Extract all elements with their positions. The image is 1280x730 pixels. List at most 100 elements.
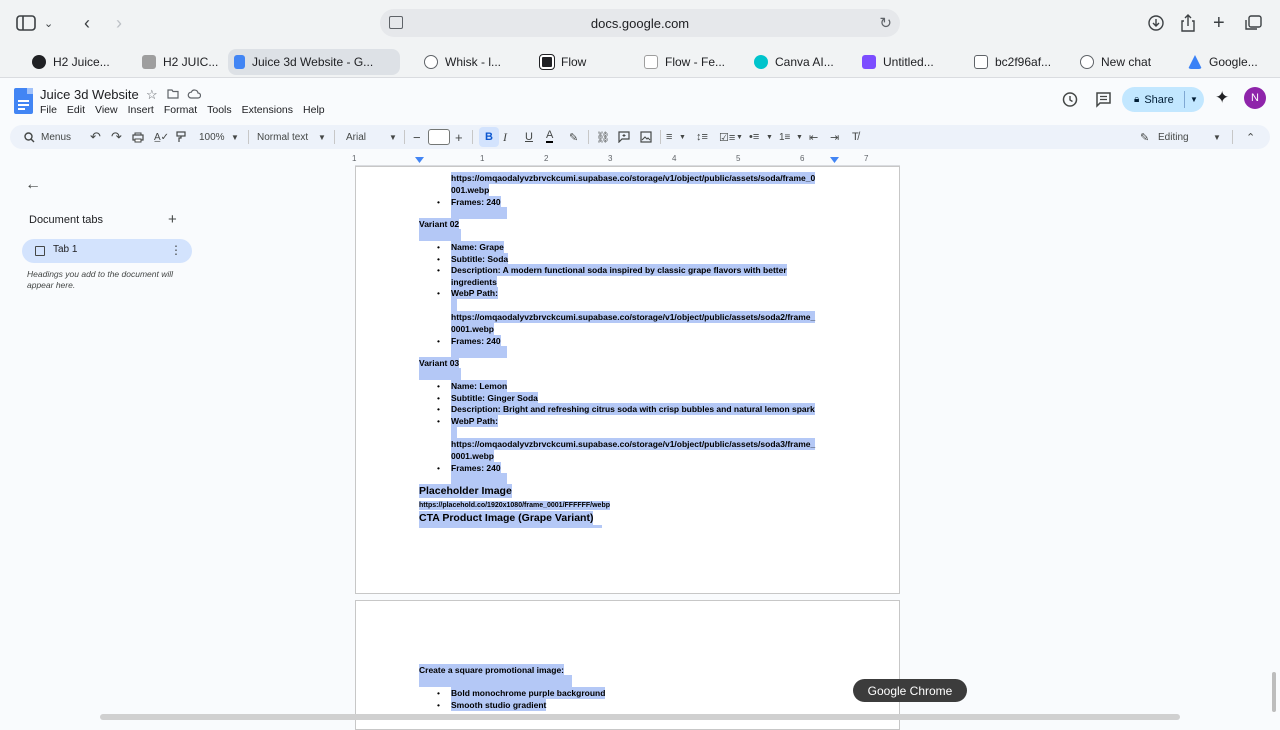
download-icon[interactable] bbox=[1148, 12, 1164, 34]
section-heading[interactable]: CTA Product Image (Grape Variant) bbox=[419, 511, 594, 525]
variant-heading[interactable]: Variant 03 bbox=[419, 357, 460, 369]
add-tab-button[interactable]: + bbox=[168, 211, 177, 228]
clear-formatting-icon[interactable]: T̸ bbox=[852, 129, 859, 145]
checklist-icon[interactable]: ☑≡ bbox=[719, 129, 735, 145]
left-indent-marker[interactable] bbox=[415, 157, 424, 163]
zoom-select[interactable]: 100% bbox=[199, 129, 225, 145]
browser-tab[interactable]: Flow - Fe... bbox=[638, 49, 738, 75]
decrease-indent-icon[interactable]: ⇤ bbox=[809, 129, 818, 145]
text-line[interactable]: ingredients bbox=[451, 276, 497, 288]
search-icon[interactable] bbox=[24, 129, 35, 145]
line-spacing-icon[interactable]: ↕≡ bbox=[696, 129, 708, 145]
list-item[interactable]: Smooth studio gradient bbox=[451, 699, 547, 711]
browser-tab[interactable]: Untitled... bbox=[856, 49, 956, 75]
chevron-down-icon[interactable]: ▼ bbox=[318, 129, 326, 145]
menu-file[interactable]: File bbox=[40, 104, 57, 116]
chevron-down-icon[interactable]: ▼ bbox=[389, 129, 397, 145]
browser-tab[interactable]: H2 JUIC... bbox=[136, 49, 226, 75]
chevron-down-icon[interactable]: ▼ bbox=[1213, 129, 1221, 145]
list-item[interactable]: WebP Path: bbox=[451, 287, 498, 299]
link-icon[interactable]: ⛓ bbox=[596, 129, 610, 145]
ruler[interactable]: 1 1 2 3 4 5 6 7 bbox=[352, 154, 900, 166]
list-item[interactable]: Frames: 240 bbox=[451, 196, 501, 208]
menu-view[interactable]: View bbox=[95, 104, 118, 116]
chevron-down-icon[interactable]: ▼ bbox=[679, 129, 686, 145]
font-size-input[interactable] bbox=[428, 129, 450, 145]
list-item[interactable]: Subtitle: Ginger Soda bbox=[451, 392, 538, 404]
list-item[interactable]: Bold monochrome purple background bbox=[451, 687, 606, 699]
share-page-icon[interactable] bbox=[1180, 12, 1196, 34]
browser-tab[interactable]: bc2f96af... bbox=[968, 49, 1068, 75]
bulleted-list-icon[interactable]: •≡ bbox=[749, 129, 759, 145]
undo-icon[interactable]: ↶ bbox=[90, 129, 101, 145]
browser-tab[interactable]: Whisk - l... bbox=[418, 49, 518, 75]
tab-overview-icon[interactable] bbox=[1245, 12, 1262, 34]
new-tab-icon[interactable]: + bbox=[1213, 12, 1225, 34]
chevron-down-icon[interactable]: ▼ bbox=[736, 129, 743, 145]
section-heading[interactable]: Placeholder Image bbox=[419, 484, 512, 498]
print-icon[interactable] bbox=[132, 129, 144, 145]
list-item[interactable]: Frames: 240 bbox=[451, 462, 501, 474]
text-line[interactable]: 0001.webp bbox=[451, 323, 494, 335]
text-line[interactable]: https://omqaodalyvzbrvckcumi.supabase.co… bbox=[451, 438, 816, 450]
move-folder-icon[interactable] bbox=[167, 87, 179, 102]
scrollbar[interactable] bbox=[1272, 672, 1276, 712]
back-icon[interactable]: ‹ bbox=[84, 12, 90, 34]
font-family-select[interactable]: Arial bbox=[346, 129, 366, 145]
menu-tools[interactable]: Tools bbox=[207, 104, 232, 116]
more-options-icon[interactable]: ⋮ bbox=[170, 243, 182, 257]
menu-format[interactable]: Format bbox=[164, 104, 197, 116]
list-item[interactable]: Name: Grape bbox=[451, 241, 504, 253]
text-line[interactable]: https://omqaodalyvzbrvckcumi.supabase.co… bbox=[451, 172, 816, 184]
browser-tab-active[interactable]: Juice 3d Website - G... bbox=[228, 49, 400, 75]
collapse-menus-icon[interactable]: ⌃ bbox=[1246, 129, 1255, 145]
menu-extensions[interactable]: Extensions bbox=[242, 104, 293, 116]
add-comment-icon[interactable] bbox=[618, 129, 630, 145]
highlight-icon[interactable]: ✎ bbox=[569, 129, 578, 145]
browser-tab[interactable]: H2 Juice... bbox=[26, 49, 134, 75]
avatar[interactable]: N bbox=[1244, 87, 1266, 109]
text-line[interactable]: https://placehold.co/1920x1080/frame_000… bbox=[419, 501, 611, 510]
paragraph-style-select[interactable]: Normal text bbox=[257, 129, 308, 145]
menu-edit[interactable]: Edit bbox=[67, 104, 85, 116]
forward-icon[interactable]: › bbox=[116, 12, 122, 34]
cloud-status-icon[interactable] bbox=[187, 87, 202, 102]
star-icon[interactable]: ☆ bbox=[146, 87, 158, 103]
back-arrow-icon[interactable]: ← bbox=[25, 176, 41, 194]
editing-mode-select[interactable]: Editing bbox=[1158, 129, 1189, 145]
chevron-down-icon[interactable]: ▼ bbox=[766, 129, 773, 145]
address-bar[interactable]: docs.google.com ↻ bbox=[380, 9, 900, 37]
text-line[interactable]: 0001.webp bbox=[451, 450, 494, 462]
text-line[interactable]: 001.webp bbox=[451, 184, 490, 196]
menu-insert[interactable]: Insert bbox=[128, 104, 154, 116]
list-item[interactable]: Description: A modern functional soda in… bbox=[451, 264, 787, 276]
text-color-button[interactable]: A bbox=[546, 129, 554, 143]
sidebar-tab-item[interactable]: Tab 1 ⋮ bbox=[22, 239, 192, 263]
underline-button[interactable]: U bbox=[525, 129, 533, 145]
menu-help[interactable]: Help bbox=[303, 104, 325, 116]
list-item[interactable]: WebP Path: bbox=[451, 415, 498, 427]
text-line[interactable]: Create a square promotional image: bbox=[419, 664, 565, 676]
browser-tab[interactable]: Canva AI... bbox=[748, 49, 848, 75]
browser-tab[interactable]: New chat bbox=[1074, 49, 1170, 75]
docs-logo-icon[interactable] bbox=[14, 88, 33, 114]
numbered-list-icon[interactable]: 1≡ bbox=[779, 129, 790, 145]
right-indent-marker[interactable] bbox=[830, 157, 839, 163]
chevron-down-icon[interactable]: ▼ bbox=[796, 129, 803, 145]
spellcheck-icon[interactable]: A̲✓ bbox=[154, 129, 169, 145]
chevron-down-icon[interactable]: ▼ bbox=[1190, 95, 1198, 104]
align-icon[interactable]: ≡ bbox=[666, 129, 672, 145]
list-item[interactable]: Name: Lemon bbox=[451, 380, 508, 392]
variant-heading[interactable]: Variant 02 bbox=[419, 218, 460, 230]
share-button[interactable]: 🔒︎ Share ▼ bbox=[1122, 87, 1204, 112]
list-item[interactable]: Frames: 240 bbox=[451, 335, 501, 347]
browser-tab[interactable]: Google... bbox=[1182, 49, 1274, 75]
browser-tab[interactable]: Flow bbox=[534, 49, 614, 75]
text-line[interactable]: https://omqaodalyvzbrvckcumi.supabase.co… bbox=[451, 311, 816, 323]
paint-format-icon[interactable] bbox=[176, 129, 186, 145]
bold-button[interactable]: B bbox=[479, 127, 499, 147]
comments-icon[interactable] bbox=[1095, 91, 1112, 113]
insert-image-icon[interactable] bbox=[640, 129, 652, 145]
list-item[interactable]: Subtitle: Soda bbox=[451, 253, 509, 265]
redo-icon[interactable]: ↷ bbox=[111, 129, 122, 145]
